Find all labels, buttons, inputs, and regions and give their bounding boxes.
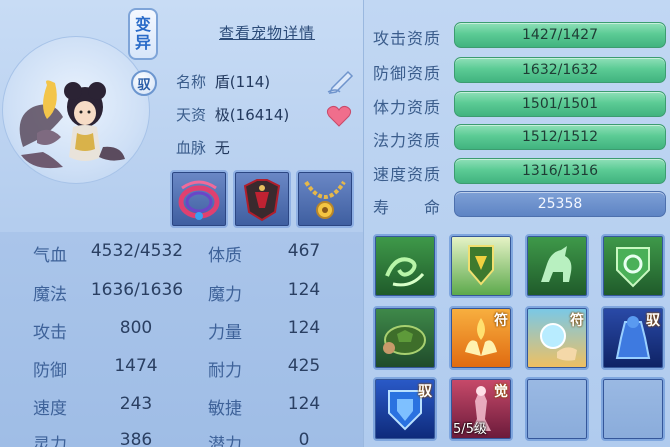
constitution-label: 体质 — [208, 246, 242, 266]
defense-label: 防御 — [33, 361, 67, 381]
equip-slot-necklace[interactable] — [296, 170, 354, 228]
defense-value: 1474 — [114, 356, 158, 376]
rename-pen-icon[interactable] — [326, 68, 356, 94]
necklace-icon — [304, 180, 346, 219]
aptitude-label: 体力资质 — [373, 98, 442, 117]
aptitude-bar: 1316/1316 — [454, 158, 666, 184]
skill-slot[interactable] — [601, 234, 665, 298]
skill-slot[interactable]: 符 — [449, 306, 513, 370]
potential-value: 0 — [298, 430, 310, 447]
pet-portrait[interactable] — [2, 36, 150, 184]
agility-value: 124 — [287, 394, 321, 414]
potential-label: 潜力 — [208, 435, 242, 447]
aptitude-bar: 1427/1427 — [454, 22, 666, 48]
pet-name-label: 名称 — [176, 73, 207, 91]
shield-banner-icon — [468, 245, 494, 286]
endurance-value: 425 — [287, 356, 321, 376]
skill-tag: 驭 — [418, 384, 432, 400]
agility-label: 敏捷 — [208, 399, 242, 419]
horse-icon — [541, 246, 572, 282]
skill-slot-empty[interactable] — [601, 377, 665, 441]
aptitude-bar: 1501/1501 — [454, 91, 666, 117]
turtle-icon — [383, 325, 426, 355]
speed-value: 243 — [119, 394, 153, 414]
spirit-value: 386 — [119, 430, 153, 447]
speed-label: 速度 — [33, 399, 67, 419]
mp-label: 魔法 — [33, 285, 67, 305]
attack-label: 攻击 — [33, 323, 67, 343]
attack-value: 800 — [119, 318, 153, 338]
heart-icon[interactable] — [326, 104, 352, 128]
variant-badge: 变 异 — [128, 8, 158, 60]
mp-value: 1636/1636 — [90, 280, 184, 300]
aptitude-label: 攻击资质 — [373, 29, 442, 48]
skill-tag: 驭 — [646, 313, 660, 329]
pet-name-row: 名称 盾(114) — [176, 71, 270, 92]
swirl-shield-icon — [616, 247, 650, 288]
skill-slot[interactable] — [373, 234, 437, 298]
strength-value: 124 — [287, 318, 321, 338]
lifespan-label: 寿 命 — [373, 198, 442, 217]
strength-label: 力量 — [208, 323, 242, 343]
equip-slot-ring[interactable] — [170, 170, 228, 228]
spirit-label: 灵力 — [33, 435, 67, 447]
constitution-value: 467 — [287, 241, 321, 261]
skill-slot[interactable] — [525, 234, 589, 298]
skill-slot-empty[interactable] — [525, 377, 589, 441]
magic-power-label: 魔力 — [208, 285, 242, 305]
aptitude-label: 速度资质 — [373, 165, 442, 184]
aptitude-label: 法力资质 — [373, 131, 442, 150]
pet-bloodline-row: 血脉 无 — [176, 137, 230, 158]
aptitude-label: 防御资质 — [373, 64, 442, 83]
skill-level: 5/5级 — [453, 422, 487, 437]
magic-power-value: 124 — [287, 280, 321, 300]
skill-tag: 符 — [494, 313, 508, 329]
equip-slot-armor[interactable] — [233, 170, 291, 228]
hp-label: 气血 — [33, 246, 67, 266]
tame-badge: 驭 — [131, 70, 157, 96]
pet-talent-row: 天资 极(16414) — [176, 104, 289, 125]
pet-name-value: 盾(114) — [214, 73, 271, 91]
pet-bloodline-label: 血脉 — [176, 139, 207, 157]
pet-figure-icon — [19, 80, 125, 169]
ring-icon — [178, 180, 220, 220]
variant-badge-bottom: 异 — [134, 33, 151, 52]
skill-tag: 觉 — [494, 384, 508, 400]
skill-slot[interactable] — [373, 306, 437, 370]
lifespan-bar: 25358 — [454, 191, 666, 217]
pet-talent-label: 天资 — [176, 106, 207, 124]
aptitude-bar: 1632/1632 — [454, 57, 666, 83]
wind-swirl-icon — [385, 257, 425, 287]
skill-slot[interactable]: 驭 — [373, 377, 437, 441]
skill-slot[interactable]: 觉 5/5级 — [449, 377, 513, 441]
hp-value: 4532/4532 — [90, 241, 184, 261]
aptitude-bar: 1512/1512 — [454, 124, 666, 150]
skill-slot[interactable]: 符 — [525, 306, 589, 370]
view-pet-details-link[interactable]: 查看宠物详情 — [219, 22, 315, 43]
pet-bloodline-value: 无 — [214, 139, 230, 157]
variant-badge-top: 变 — [134, 15, 151, 34]
endurance-label: 耐力 — [208, 361, 242, 381]
skill-tag: 符 — [570, 313, 584, 329]
skill-slot[interactable]: 驭 — [601, 306, 665, 370]
armor-icon — [243, 179, 281, 222]
skill-slot[interactable] — [449, 234, 513, 298]
pet-talent-value: 极(16414) — [214, 106, 290, 124]
